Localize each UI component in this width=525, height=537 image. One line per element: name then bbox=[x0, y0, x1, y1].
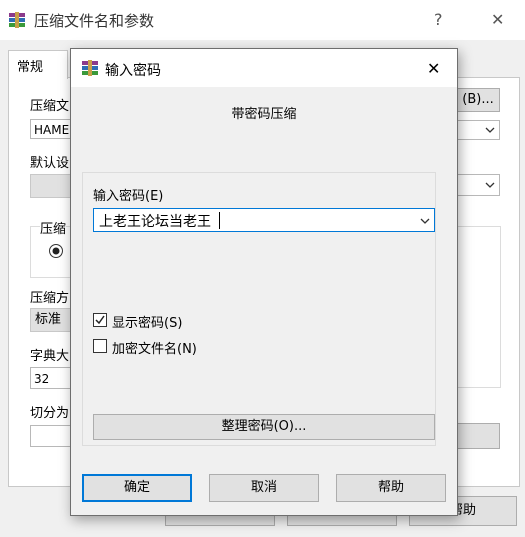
dictionary-size-label: 字典大 bbox=[30, 349, 70, 364]
organize-passwords-button[interactable]: 整理密码(O)... bbox=[93, 414, 435, 440]
password-label: 输入密码(E) bbox=[93, 189, 164, 204]
dictionary-size-value: 32 bbox=[34, 372, 50, 386]
help-button-label: 帮助 bbox=[377, 480, 404, 495]
tab-general[interactable]: 常规 bbox=[8, 50, 68, 79]
dialog-close-icon[interactable]: ✕ bbox=[427, 59, 440, 78]
ok-button-label: 确定 bbox=[123, 480, 150, 495]
ok-button[interactable]: 确定 bbox=[82, 474, 192, 502]
checkbox-box[interactable] bbox=[93, 313, 107, 327]
winrar-icon bbox=[9, 12, 25, 28]
update-mode-dropdown[interactable] bbox=[456, 174, 500, 196]
tab-general-label: 常规 bbox=[17, 60, 44, 75]
compress-method-value: 标准 bbox=[35, 312, 62, 327]
set-password-button[interactable] bbox=[456, 423, 500, 449]
password-value: 上老王论坛当老王 bbox=[99, 214, 211, 230]
browse-button-label: (B)... bbox=[462, 92, 494, 107]
password-dialog: 输入密码 ✕ 带密码压缩 输入密码(E) 上老王论坛当老王 显示密码(S) 加密… bbox=[70, 48, 458, 516]
compress-method-dropdown[interactable]: 标准 bbox=[30, 308, 72, 332]
chevron-down-icon bbox=[485, 182, 495, 188]
chevron-down-icon bbox=[485, 127, 495, 133]
encrypt-filenames-label: 加密文件名(N) bbox=[112, 342, 197, 357]
dialog-heading: 带密码压缩 bbox=[231, 107, 297, 122]
help-icon[interactable]: ? bbox=[434, 10, 443, 29]
archive-name-dropdown[interactable] bbox=[456, 120, 500, 140]
checkbox-box[interactable] bbox=[93, 339, 107, 353]
close-icon[interactable]: ✕ bbox=[491, 10, 504, 29]
background-window-title: 压缩文件名和参数 bbox=[34, 12, 155, 30]
archive-name-field[interactable]: HAME bbox=[30, 119, 72, 139]
options-group-box bbox=[456, 226, 501, 388]
cancel-button-label: 取消 bbox=[250, 480, 277, 495]
password-input[interactable]: 上老王论坛当老王 bbox=[93, 208, 435, 232]
text-cursor bbox=[219, 212, 220, 229]
help-button[interactable]: 帮助 bbox=[336, 474, 446, 502]
default-settings-label: 默认设 bbox=[30, 156, 70, 171]
browse-button[interactable]: (B)... bbox=[456, 88, 500, 112]
dialog-title: 输入密码 bbox=[105, 63, 161, 79]
background-titlebar: 压缩文件名和参数 ? ✕ bbox=[0, 0, 525, 40]
profiles-button[interactable] bbox=[30, 174, 72, 198]
archive-name-label: 压缩文 bbox=[30, 99, 70, 114]
cancel-button[interactable]: 取消 bbox=[209, 474, 319, 502]
archive-name-value: HAME bbox=[34, 123, 70, 137]
organize-passwords-label: 整理密码(O)... bbox=[221, 419, 307, 434]
dialog-titlebar: 输入密码 ✕ bbox=[71, 49, 457, 87]
winrar-icon bbox=[82, 60, 98, 76]
dictionary-size-field[interactable]: 32 bbox=[30, 367, 72, 389]
check-icon bbox=[95, 315, 105, 325]
compress-group-label: 压缩 bbox=[40, 218, 67, 237]
radio-icon[interactable] bbox=[48, 243, 64, 259]
split-volumes-field[interactable] bbox=[30, 425, 72, 447]
show-password-label: 显示密码(S) bbox=[112, 316, 183, 331]
split-volumes-label: 切分为 bbox=[30, 406, 70, 421]
chevron-down-icon[interactable] bbox=[420, 217, 430, 225]
compress-method-label: 压缩方 bbox=[30, 291, 70, 306]
